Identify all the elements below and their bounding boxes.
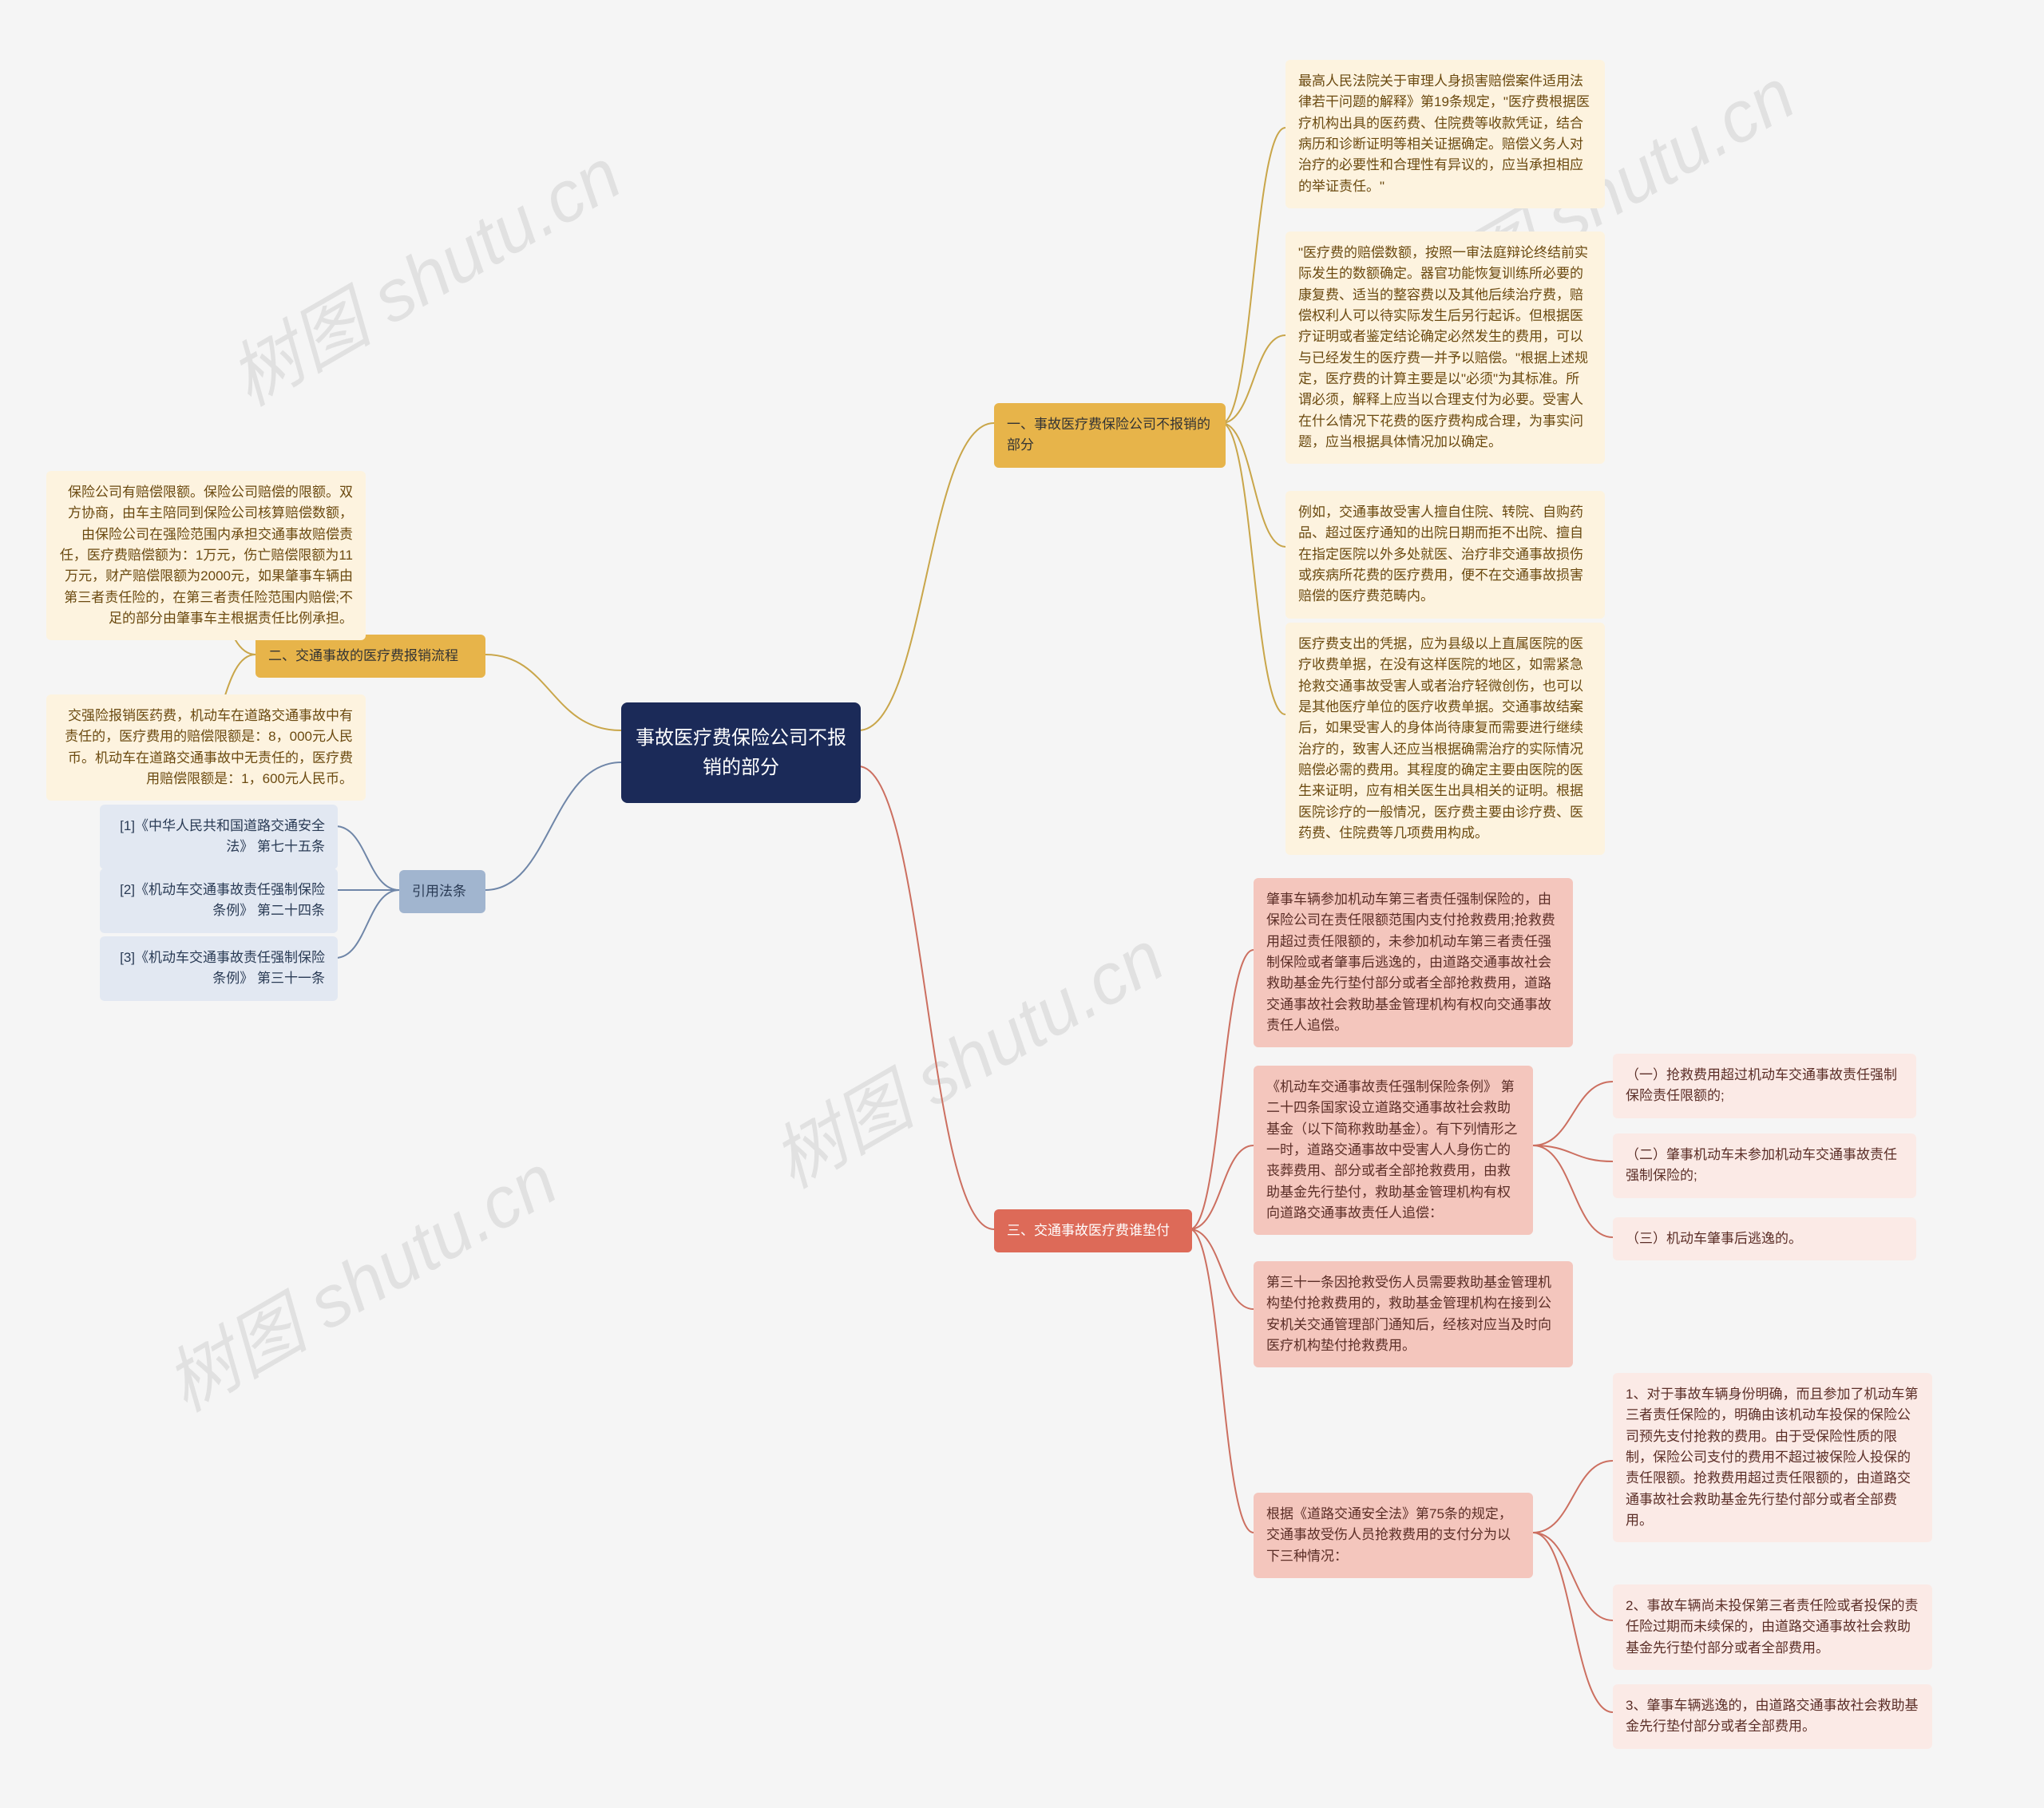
branch-2-title[interactable]: 二、交通事故的医疗费报销流程 xyxy=(256,635,485,678)
branch-1-title[interactable]: 一、事故医疗费保险公司不报销的部分 xyxy=(994,403,1226,468)
branch-3-item-3[interactable]: 第三十一条因抢救受伤人员需要救助基金管理机构垫付抢救费用的，救助基金管理机构在接… xyxy=(1254,1261,1573,1367)
branch-law-item-2[interactable]: [2]《机动车交通事故责任强制保险条例》 第二十四条 xyxy=(100,868,338,933)
watermark: 树图 shutu.cn xyxy=(208,117,636,425)
branch-2-item-1[interactable]: 保险公司有赔偿限额。保险公司赔偿的限额。双方协商，由车主陪同到保险公司核算赔偿数… xyxy=(46,471,366,640)
branch-3-sub-a-3[interactable]: （三）机动车肇事后逃逸的。 xyxy=(1613,1217,1916,1260)
branch-3-sub-b-3[interactable]: 3、肇事车辆逃逸的，由道路交通事故社会救助基金先行垫付部分或者全部费用。 xyxy=(1613,1684,1932,1749)
branch-1-item-2[interactable]: "医疗费的赔偿数额，按照一审法庭辩论终结前实际发生的数额确定。器官功能恢复训练所… xyxy=(1285,231,1605,464)
branch-law-item-1[interactable]: [1]《中华人民共和国道路交通安全法》 第七十五条 xyxy=(100,805,338,869)
branch-3-sub-b-2[interactable]: 2、事故车辆尚未投保第三者责任险或者投保的责任险过期而未续保的，由道路交通事故社… xyxy=(1613,1584,1932,1670)
branch-1-item-4[interactable]: 医疗费支出的凭据，应为县级以上直属医院的医疗收费单据，在没有这样医院的地区，如需… xyxy=(1285,623,1605,855)
branch-3-item-2[interactable]: 《机动车交通事故责任强制保险条例》 第二十四条国家设立道路交通事故社会救助基金（… xyxy=(1254,1066,1533,1235)
branch-3-title[interactable]: 三、交通事故医疗费谁垫付 xyxy=(994,1209,1192,1252)
watermark: 树图 shutu.cn xyxy=(751,900,1179,1207)
branch-law-title[interactable]: 引用法条 xyxy=(399,870,485,913)
branch-3-item-1[interactable]: 肇事车辆参加机动车第三者责任强制保险的，由保险公司在责任限额范围内支付抢救费用;… xyxy=(1254,878,1573,1047)
branch-3-sub-b-1[interactable]: 1、对于事故车辆身份明确，而且参加了机动车第三者责任保险的，明确由该机动车投保的… xyxy=(1613,1373,1932,1542)
branch-3-item-4[interactable]: 根据《道路交通安全法》第75条的规定，交通事故受伤人员抢救费用的支付分为以下三种… xyxy=(1254,1493,1533,1578)
branch-3-sub-a-1[interactable]: （一）抢救费用超过机动车交通事故责任强制保险责任限额的; xyxy=(1613,1054,1916,1118)
mindmap-canvas: 树图 shutu.cn 树图 shutu.cn 树图 shutu.cn 树图 s… xyxy=(0,0,2044,1808)
mindmap-root[interactable]: 事故医疗费保险公司不报销的部分 xyxy=(621,702,861,803)
branch-law-item-3[interactable]: [3]《机动车交通事故责任强制保险条例》 第三十一条 xyxy=(100,936,338,1001)
watermark: 树图 shutu.cn xyxy=(144,1123,572,1430)
branch-1-item-1[interactable]: 最高人民法院关于审理人身损害赔偿案件适用法律若干问题的解释》第19条规定，"医疗… xyxy=(1285,60,1605,208)
branch-2-item-2[interactable]: 交强险报销医药费，机动车在道路交通事故中有责任的，医疗费用的赔偿限额是：8，00… xyxy=(46,694,366,801)
branch-1-item-3[interactable]: 例如，交通事故受害人擅自住院、转院、自购药品、超过医疗通知的出院日期而拒不出院、… xyxy=(1285,491,1605,619)
branch-3-sub-a-2[interactable]: （二）肇事机动车未参加机动车交通事故责任强制保险的; xyxy=(1613,1133,1916,1198)
